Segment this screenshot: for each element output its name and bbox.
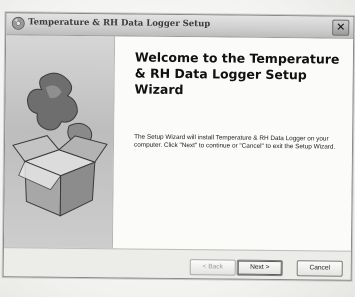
wizard-content: Welcome to the Temperature & RH Data Log… <box>112 36 354 251</box>
welcome-heading: Welcome to the Temperature & RH Data Log… <box>134 49 340 98</box>
close-icon: ✕ <box>336 20 346 34</box>
setup-disc-icon <box>11 16 25 30</box>
cancel-button[interactable]: Cancel <box>296 260 343 277</box>
next-button[interactable]: Next > <box>236 259 283 277</box>
setup-wizard-window: Temperature & RH Data Logger Setup ✕ Wel… <box>2 12 355 281</box>
close-button[interactable]: ✕ <box>332 19 350 36</box>
button-bar: < Back Next > Cancel <box>3 247 351 280</box>
wizard-side-banner <box>3 35 116 249</box>
window-title: Temperature & RH Data Logger Setup <box>28 17 211 30</box>
puzzle-box-icon <box>12 72 108 217</box>
welcome-description: The Setup Wizard will install Temperatur… <box>133 133 336 152</box>
back-button[interactable]: < Back <box>189 259 236 276</box>
